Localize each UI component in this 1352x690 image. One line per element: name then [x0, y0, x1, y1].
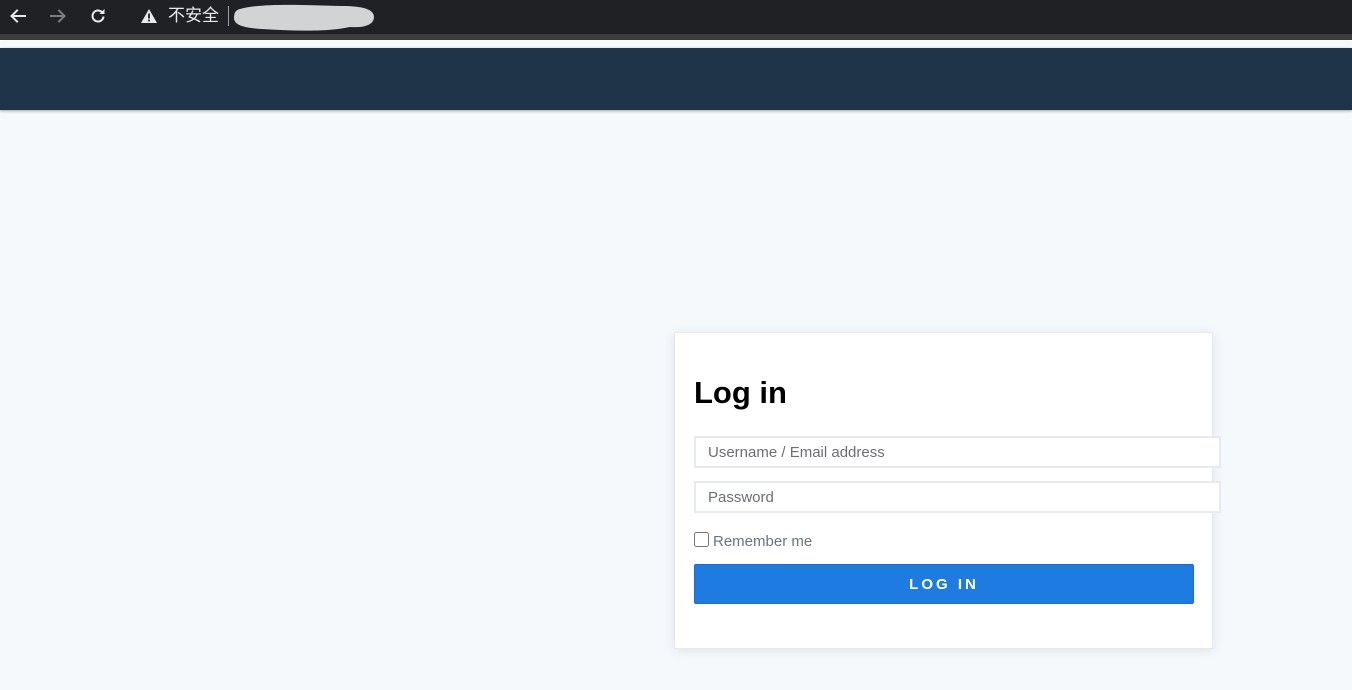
arrow-right-icon	[50, 9, 66, 23]
forward-button[interactable]	[45, 4, 71, 28]
security-status-label[interactable]: 不安全	[168, 6, 219, 26]
password-input[interactable]	[694, 481, 1221, 513]
warning-triangle-icon[interactable]	[140, 7, 158, 25]
login-title: Log in	[694, 375, 787, 410]
redacted-url	[234, 4, 374, 31]
reload-button[interactable]	[85, 4, 111, 28]
login-button[interactable]: LOG IN	[694, 564, 1194, 604]
url-divider	[228, 6, 229, 26]
username-input[interactable]	[694, 436, 1221, 468]
site-header	[0, 48, 1352, 110]
arrow-left-icon	[10, 9, 26, 23]
header-gap	[0, 40, 1352, 48]
remember-me-checkbox[interactable]	[694, 531, 709, 547]
login-card: Log in Remember me LOG IN	[674, 332, 1221, 649]
back-button[interactable]	[5, 4, 31, 28]
remember-me-row[interactable]: Remember me	[694, 529, 812, 550]
remember-me-label[interactable]: Remember me	[713, 533, 812, 550]
reload-icon	[91, 9, 105, 23]
